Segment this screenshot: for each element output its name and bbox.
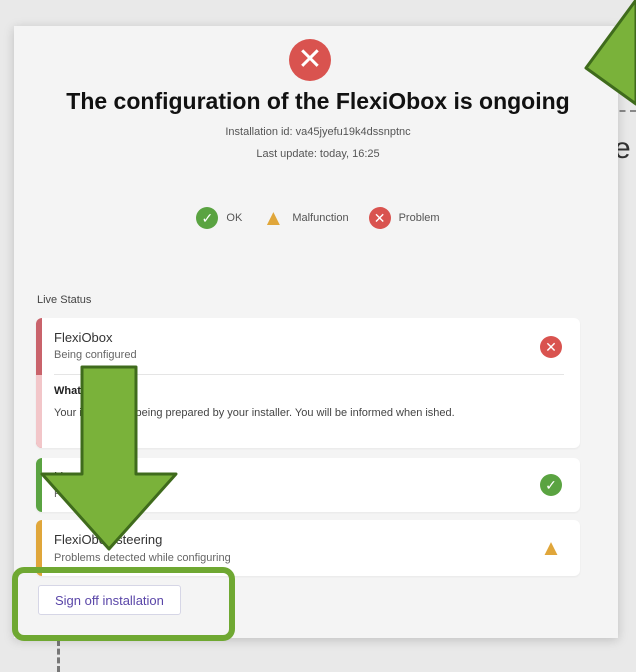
legend-malfunction-label: Malfunction bbox=[292, 212, 349, 224]
check-icon: ✓ bbox=[196, 207, 219, 229]
legend-malfunction: ▲ Malfunction bbox=[262, 205, 349, 230]
legend-problem: ✕ Problem bbox=[368, 207, 440, 229]
highlight-box bbox=[12, 567, 235, 641]
arrow-down-icon bbox=[40, 365, 178, 551]
dashed-connector-bottom bbox=[57, 640, 60, 672]
check-icon: ✓ bbox=[540, 474, 562, 496]
page-title: The configuration of the FlexiObox is on… bbox=[66, 88, 570, 114]
card-subtitle: Being configured bbox=[54, 349, 137, 361]
legend-ok-label: OK bbox=[226, 212, 243, 224]
installation-id: Installation id: va45jyefu19k4dssnptnc bbox=[225, 126, 411, 138]
last-update: Last update: today, 16:25 bbox=[256, 148, 380, 160]
error-icon: ✕ bbox=[540, 336, 562, 358]
warning-icon: ▲ bbox=[262, 205, 285, 230]
card-title: FlexiObox bbox=[54, 330, 113, 345]
arrow-up-icon bbox=[584, 0, 636, 106]
warning-icon: ▲ bbox=[540, 535, 562, 560]
status-legend: ✓ OK ▲ Malfunction ✕ Problem bbox=[0, 207, 636, 229]
legend-ok: ✓ OK bbox=[196, 207, 242, 229]
problem-status-icon: ✕ bbox=[289, 39, 331, 81]
live-status-label: Live Status bbox=[37, 294, 92, 306]
legend-problem-label: Problem bbox=[398, 212, 440, 224]
error-icon: ✕ bbox=[368, 207, 391, 229]
card-subtitle: Problems detected while configuring bbox=[54, 552, 231, 564]
